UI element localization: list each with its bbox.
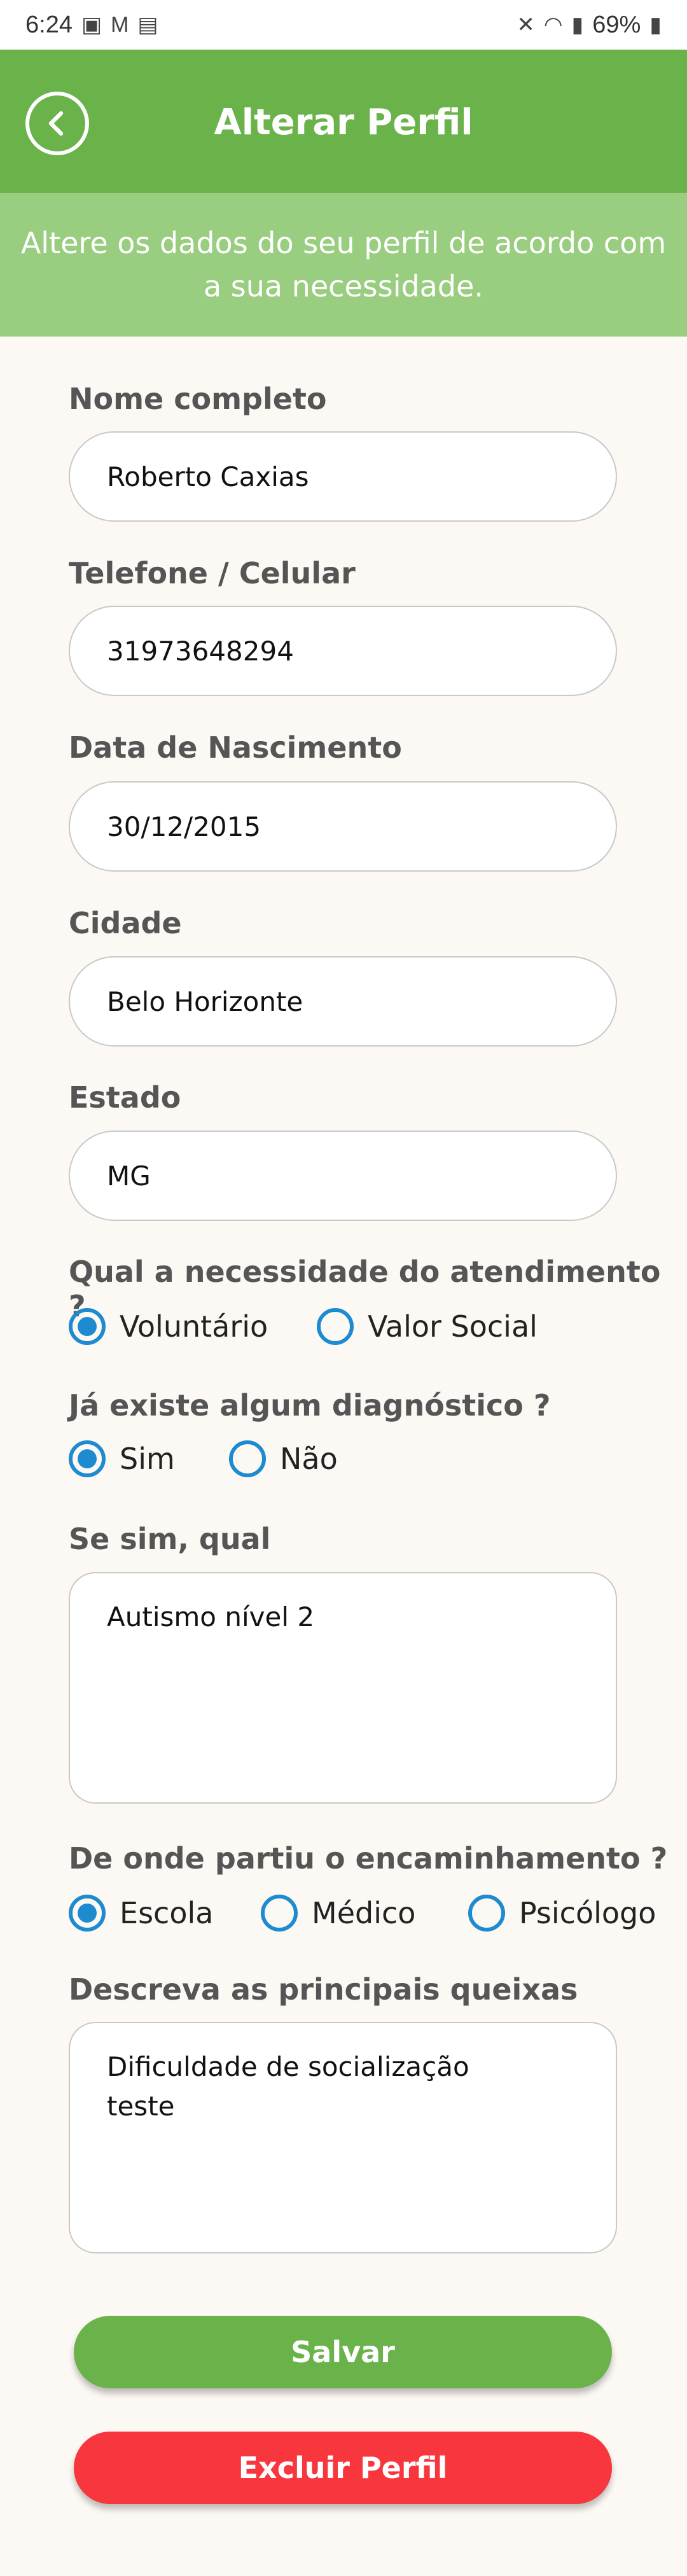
page-title: Alterar Perfil [214, 102, 473, 143]
referral-radio-group: Escola Médico Psicólogo [69, 1895, 656, 1932]
phone-label: Telefone / Celular [69, 556, 356, 590]
birth-date-label: Data de Nascimento [69, 730, 402, 765]
delete-profile-button[interactable]: Excluir Perfil [74, 2432, 612, 2504]
mute-icon: ✕ [517, 13, 535, 37]
banner-text: Altere os dados do seu perfil de acordo … [20, 226, 667, 303]
save-button[interactable]: Salvar [74, 2316, 612, 2388]
notification-icon: ▤ [137, 13, 158, 37]
radio-unselected-icon [468, 1895, 505, 1932]
signal-icon: ▮ [571, 13, 584, 37]
city-input[interactable]: Belo Horizonte [69, 956, 617, 1047]
radio-label: Médico [312, 1896, 416, 1930]
radio-valor-social[interactable]: Valor Social [317, 1308, 538, 1345]
radio-selected-icon [69, 1440, 106, 1477]
complaints-label: Descreva as principais queixas [69, 1972, 578, 2007]
radio-label: Valor Social [368, 1309, 538, 1344]
radio-label: Não [280, 1442, 338, 1476]
radio-label: Sim [120, 1442, 175, 1476]
radio-nao[interactable]: Não [229, 1440, 338, 1477]
radio-unselected-icon [229, 1440, 266, 1477]
complaints-textarea[interactable]: Dificuldade de socialização teste [69, 2022, 617, 2253]
radio-label: Psicólogo [519, 1896, 656, 1930]
which-diagnosis-textarea[interactable]: Autismo nível 2 [69, 1572, 617, 1804]
phone-input[interactable]: 31973648294 [69, 606, 617, 696]
radio-label: Escola [120, 1896, 214, 1930]
radio-unselected-icon [261, 1895, 298, 1932]
radio-selected-icon [69, 1308, 106, 1345]
wifi-icon: ◠ [543, 13, 563, 37]
status-bar: 6:24 ▣ M ▤ ✕ ◠ ▮ 69% ▮ [0, 0, 687, 50]
radio-unselected-icon [317, 1308, 354, 1345]
which-diagnosis-label: Se sim, qual [69, 1522, 271, 1556]
radio-label: Voluntário [120, 1309, 268, 1344]
info-banner: Altere os dados do seu perfil de acordo … [0, 193, 687, 337]
diagnosis-label: Já existe algum diagnóstico ? [69, 1388, 551, 1423]
battery-percent: 69% [592, 11, 641, 38]
radio-selected-icon [69, 1895, 106, 1932]
birth-date-input[interactable]: 30/12/2015 [69, 781, 617, 872]
state-label: Estado [69, 1080, 181, 1115]
name-label: Nome completo [69, 382, 327, 416]
radio-medico[interactable]: Médico [261, 1895, 468, 1932]
radio-escola[interactable]: Escola [69, 1895, 261, 1932]
name-input[interactable]: Roberto Caxias [69, 431, 617, 522]
state-input[interactable]: MG [69, 1131, 617, 1221]
city-label: Cidade [69, 906, 182, 940]
radio-sim[interactable]: Sim [69, 1440, 229, 1477]
radio-voluntario[interactable]: Voluntário [69, 1308, 317, 1345]
battery-icon: ▮ [649, 13, 662, 37]
image-icon: ▣ [81, 13, 102, 37]
diagnosis-radio-group: Sim Não [69, 1440, 338, 1477]
status-time: 6:24 [25, 11, 73, 38]
gmail-icon: M [111, 12, 129, 37]
need-radio-group: Voluntário Valor Social [69, 1308, 538, 1345]
app-header: Alterar Perfil [0, 50, 687, 193]
referral-label: De onde partiu o encaminhamento ? [69, 1841, 668, 1876]
radio-psicologo[interactable]: Psicólogo [468, 1895, 656, 1932]
